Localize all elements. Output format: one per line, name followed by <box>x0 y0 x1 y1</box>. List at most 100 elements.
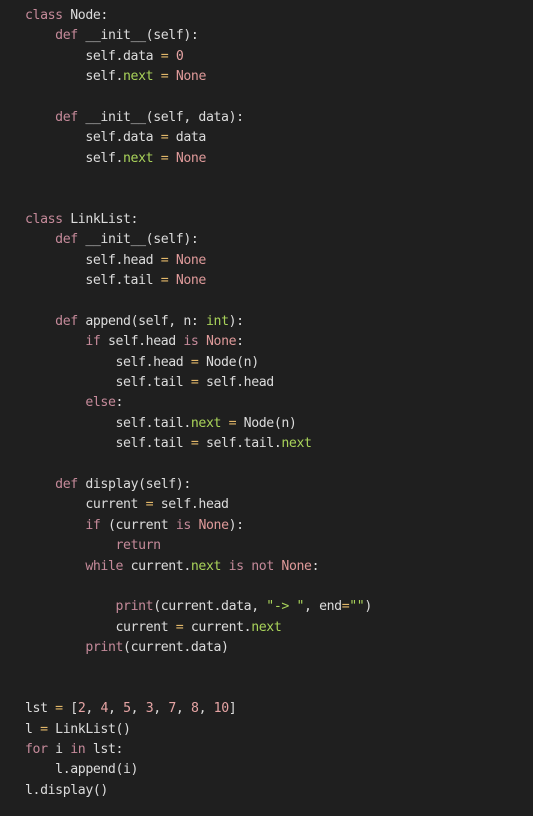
code-line: print(current.data) <box>25 638 372 658</box>
code-token: , <box>153 701 169 717</box>
code-token-none: None <box>175 273 207 289</box>
code-line: self.data = 0 <box>25 47 372 67</box>
code-token-str: "-> " <box>266 599 304 615</box>
code-token: current. <box>183 619 252 635</box>
code-token: : <box>311 558 320 574</box>
code-token-kw: class <box>25 8 63 23</box>
code-token: lst: <box>85 742 124 758</box>
code-line: self.head = Node(n) <box>25 353 372 373</box>
code-line: self.tail = None <box>25 271 372 291</box>
code-token-none: None <box>175 69 207 85</box>
code-line: def append(self, n: int): <box>25 312 372 332</box>
code-line: self.head = None <box>25 251 372 271</box>
code-token: __init__(self): <box>77 28 199 44</box>
code-token-grn: next <box>190 415 222 431</box>
code-token-kw: for <box>25 742 48 758</box>
code-token: l.append(i) <box>25 762 139 778</box>
code-token-op: = <box>40 721 48 737</box>
code-token-none: None <box>175 252 207 268</box>
code-token-kw: else <box>85 395 116 411</box>
code-token-kw: while <box>85 558 124 574</box>
code-token: Node(n) <box>198 354 259 370</box>
code-token: self.head <box>100 334 184 350</box>
code-token: LinkList: <box>62 211 139 227</box>
code-token: (current <box>100 517 176 533</box>
code-line: lst = [2, 4, 5, 3, 7, 8, 10] <box>25 699 372 719</box>
code-token: self.head <box>25 252 161 268</box>
code-token: display(self): <box>77 476 191 492</box>
code-line: l.display() <box>25 781 372 801</box>
code-token-kw: return <box>115 538 161 554</box>
code-token: __init__(self): <box>77 232 199 248</box>
code-line: def __init__(self, data): <box>25 108 372 128</box>
code-line: l.append(i) <box>25 760 372 780</box>
code-token: (current.data) <box>123 640 229 656</box>
code-token-num: 5 <box>123 701 131 717</box>
code-token: self. <box>25 150 124 166</box>
code-token: (current.data, <box>153 599 267 615</box>
code-token-kw: class <box>25 211 63 227</box>
code-token-grn: next <box>123 69 154 85</box>
code-token: self.data <box>25 130 161 146</box>
code-token-kw: def <box>55 232 78 248</box>
code-token: __init__(self, data): <box>77 109 244 125</box>
code-token: self.data <box>25 48 161 64</box>
code-token: , <box>130 701 146 717</box>
code-token-kw: def <box>55 109 78 125</box>
code-line: self.tail.next = Node(n) <box>25 414 372 434</box>
code-token-kw: print <box>85 640 124 656</box>
code-line: l = LinkList() <box>25 720 372 740</box>
code-token-num: 8 <box>191 701 199 717</box>
code-token-kw: def <box>55 476 78 492</box>
code-token: self.head <box>153 497 229 513</box>
code-line: self.next = None <box>25 149 372 169</box>
code-line: self.data = data <box>25 128 372 148</box>
code-token-none: None <box>198 517 229 533</box>
code-line: for i in lst: <box>25 740 372 760</box>
code-token: LinkList() <box>47 721 131 737</box>
code-token-grn: next <box>190 558 222 574</box>
code-token: ] <box>228 701 237 717</box>
code-token: , <box>175 701 192 717</box>
code-token: append(self, n: <box>77 313 206 329</box>
code-token-kw: is <box>183 334 199 350</box>
code-line: self.next = None <box>25 67 372 87</box>
code-token: current <box>25 619 176 635</box>
code-token-op: = <box>228 415 237 431</box>
code-line: if (current is None): <box>25 516 372 536</box>
code-token-kw: def <box>55 313 78 329</box>
code-token: self.tail <box>25 436 191 452</box>
code-token-none: None <box>206 334 237 350</box>
code-token-kw: is <box>228 558 244 574</box>
code-token-num: 7 <box>168 701 176 717</box>
code-token-num: 4 <box>100 701 108 717</box>
code-token: data <box>168 130 207 146</box>
code-token: self.head <box>25 354 191 370</box>
code-token: , end <box>303 599 342 615</box>
code-line: while current.next is not None: <box>25 557 372 577</box>
code-editor[interactable]: class Node: def __init__(self): self.dat… <box>25 6 372 801</box>
code-token: l.display() <box>25 782 108 798</box>
code-token: , <box>198 701 214 717</box>
code-token: , <box>108 701 124 717</box>
code-token-kw: def <box>55 28 78 44</box>
